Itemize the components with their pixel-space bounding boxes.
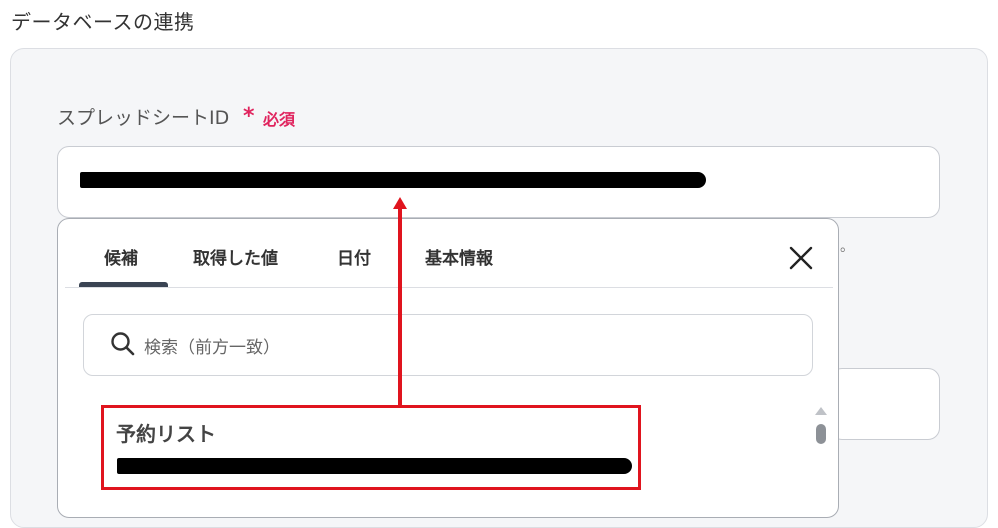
spreadsheet-id-label: スプレッドシートID [57,107,230,129]
scrollbar-thumb[interactable] [816,424,826,444]
tab-candidates[interactable]: 候補 [104,244,138,269]
search-placeholder: 検索（前方一致） [144,338,280,358]
required-badge: 必須 [263,110,296,129]
annotation-highlight-box [101,405,641,490]
annotation-arrow-line [398,207,402,407]
search-icon [110,331,136,357]
annotation-arrow-head-icon [393,197,407,209]
close-icon [789,246,813,270]
required-star: * [243,104,255,129]
secondary-input[interactable] [830,368,940,440]
tab-divider [65,287,833,288]
scroll-up-arrow-icon[interactable] [815,407,827,415]
close-button[interactable] [786,243,816,273]
redacted-spreadsheet-id [80,172,706,188]
hint-text-tail: 。 [840,239,854,255]
page-title: データベースの連携 [11,10,195,34]
tab-date[interactable]: 日付 [337,244,371,269]
tab-basic-info[interactable]: 基本情報 [425,244,493,269]
tab-retrieved-values[interactable]: 取得した値 [193,244,278,269]
